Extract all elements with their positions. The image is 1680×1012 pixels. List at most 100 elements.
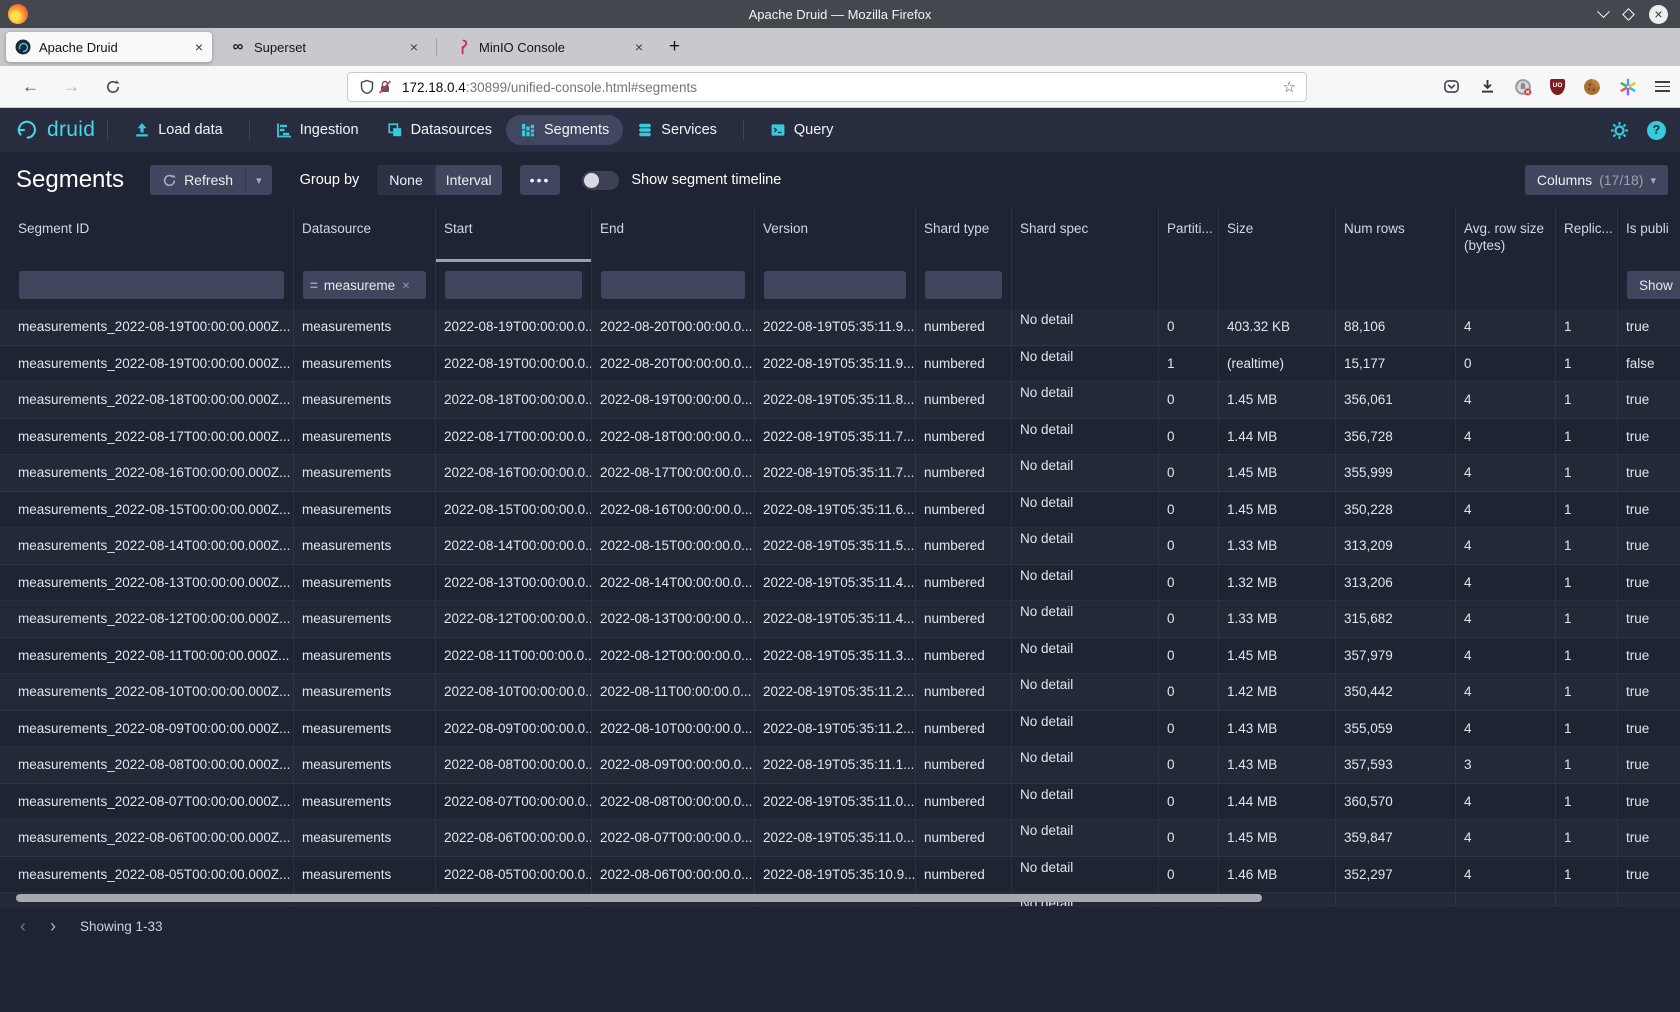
cell-start: 2022-08-10T00:00:00.0... xyxy=(436,674,592,710)
nav-item-services[interactable]: Services xyxy=(623,115,731,145)
cell-is-published: true xyxy=(1618,747,1680,783)
remove-filter-icon[interactable]: × xyxy=(402,277,410,293)
cell-datasource: measurements xyxy=(294,565,436,601)
cell-replicas: 1 xyxy=(1556,601,1618,637)
console-icon xyxy=(770,122,786,138)
group-by-interval-button[interactable]: Interval xyxy=(435,165,502,195)
window-maximize-icon[interactable] xyxy=(1622,8,1635,21)
tab-close-icon[interactable]: × xyxy=(195,39,203,55)
new-tab-button[interactable]: + xyxy=(669,36,680,58)
cell-avg-row-size: 4 xyxy=(1456,419,1556,455)
column-header-partition[interactable]: Partiti... xyxy=(1159,208,1219,262)
column-header-replicas[interactable]: Replic... xyxy=(1556,208,1618,262)
cell-replicas: 1 xyxy=(1556,747,1618,783)
cell-id: measurements_2022-08-05T00:00:00.000Z... xyxy=(10,857,294,893)
column-header-end[interactable]: End xyxy=(592,208,755,262)
application-window: Apache Druid — Mozilla Firefox × Apache … xyxy=(0,0,1680,1012)
cookie-extension-icon[interactable] xyxy=(1583,78,1601,96)
nav-item-label: Ingestion xyxy=(300,122,359,138)
cell-replicas: 1 xyxy=(1556,419,1618,455)
column-header-start[interactable]: Start xyxy=(436,208,592,262)
table-row: measurements_2022-08-12T00:00:00.000Z...… xyxy=(0,601,1680,638)
more-options-button[interactable]: ••• xyxy=(520,165,561,195)
next-page-button[interactable]: › xyxy=(38,912,68,942)
group-by-none-button[interactable]: None xyxy=(377,165,434,195)
pocket-icon[interactable] xyxy=(1442,78,1460,96)
column-header-datasource[interactable]: Datasource xyxy=(294,208,436,262)
table-filter-row: = measurements × Show xyxy=(0,262,1680,309)
is-published-filter-button[interactable]: Show xyxy=(1627,271,1680,299)
cell-shard-type: numbered xyxy=(916,601,1012,637)
help-icon[interactable]: ? xyxy=(1647,121,1666,140)
druid-logo[interactable]: druid xyxy=(14,117,95,143)
column-header-is-published[interactable]: Is publi xyxy=(1618,208,1680,262)
window-minimize-icon[interactable] xyxy=(1597,5,1610,18)
cell-version: 2022-08-19T05:35:11.7... xyxy=(755,419,916,455)
cell-shard-spec: No detail xyxy=(1012,309,1159,345)
columns-button[interactable]: Columns(17/18)▾ xyxy=(1525,165,1668,195)
filter-input-start[interactable] xyxy=(445,271,582,299)
cell-partition: 0 xyxy=(1159,455,1219,491)
cell-version: 2022-08-19T05:35:11.2... xyxy=(755,711,916,747)
url-bar[interactable]: 172.18.0.4:30899/unified-console.html#se… xyxy=(347,72,1307,102)
column-header-shard-type[interactable]: Shard type xyxy=(916,208,1012,262)
column-header-shard-spec[interactable]: Shard spec xyxy=(1012,208,1159,262)
nav-item-datasources[interactable]: Datasources xyxy=(373,115,506,145)
bookmark-star-icon[interactable]: ☆ xyxy=(1283,78,1296,96)
group-by-label: Group by xyxy=(300,172,360,188)
cell-size: 1.45 MB xyxy=(1219,820,1336,856)
cell-version: 2022-08-19T05:35:11.6... xyxy=(755,492,916,528)
cell-replicas: 1 xyxy=(1556,528,1618,564)
column-header-num-rows[interactable]: Num rows xyxy=(1336,208,1456,262)
multi-account-containers-icon[interactable] xyxy=(1619,78,1637,96)
downloads-icon[interactable] xyxy=(1478,78,1496,96)
cell-num-rows: 352,297 xyxy=(1336,857,1456,893)
refresh-options-button[interactable]: ▾ xyxy=(245,165,272,195)
forward-icon[interactable]: → xyxy=(63,77,80,97)
previous-page-button[interactable]: ‹ xyxy=(8,912,38,942)
nav-item-segments[interactable]: Segments xyxy=(506,115,623,145)
datasource-filter-chip[interactable]: = measurements × xyxy=(303,271,426,299)
refresh-button[interactable]: Refresh xyxy=(150,165,245,195)
tab-close-icon[interactable]: × xyxy=(410,39,418,55)
cell-id: measurements_2022-08-19T00:00:00.000Z... xyxy=(10,309,294,345)
nav-item-label: Query xyxy=(794,122,834,138)
column-header-version[interactable]: Version xyxy=(755,208,916,262)
tab-superset[interactable]: ∞ Superset × xyxy=(221,32,427,62)
nav-item-load-data[interactable]: Load data xyxy=(120,115,237,145)
cell-avg-row-size: 4 xyxy=(1456,382,1556,418)
cell-num-rows: 357,593 xyxy=(1336,747,1456,783)
filter-input-segment-id[interactable] xyxy=(19,271,284,299)
filter-input-version[interactable] xyxy=(764,271,906,299)
cell-shard-spec: No detail xyxy=(1012,857,1159,893)
nav-item-query[interactable]: Query xyxy=(756,115,848,145)
tab-minio-console[interactable]: MinIO Console × xyxy=(446,32,652,62)
cell-avg-row-size: 4 xyxy=(1456,638,1556,674)
cell-id: measurements_2022-08-07T00:00:00.000Z... xyxy=(10,784,294,820)
tab-apache-druid[interactable]: Apache Druid × xyxy=(6,32,212,62)
column-header-size[interactable]: Size xyxy=(1219,208,1336,262)
insecure-lock-icon[interactable] xyxy=(376,78,394,96)
tracking-shield-icon[interactable] xyxy=(358,78,376,96)
horizontal-scrollbar[interactable] xyxy=(16,894,1262,902)
filter-input-end[interactable] xyxy=(601,271,745,299)
column-header-avg-row-size[interactable]: Avg. row size (bytes) xyxy=(1456,208,1556,262)
window-close-icon[interactable]: × xyxy=(1649,5,1668,24)
reload-icon[interactable] xyxy=(104,78,122,96)
extension-icon[interactable] xyxy=(1514,78,1532,96)
cell-partition: 0 xyxy=(1159,309,1219,345)
column-header-segment-id[interactable]: Segment ID xyxy=(10,208,294,262)
cell-start: 2022-08-19T00:00:00.0... xyxy=(436,346,592,382)
upload-icon xyxy=(134,122,150,138)
back-icon[interactable]: ← xyxy=(22,77,39,97)
menu-hamburger-icon[interactable] xyxy=(1655,81,1670,92)
nav-item-ingestion[interactable]: Ingestion xyxy=(262,115,373,145)
segment-timeline-toggle[interactable] xyxy=(582,171,619,190)
nav-item-label: Segments xyxy=(544,122,609,138)
cell-end: 2022-08-16T00:00:00.0... xyxy=(592,492,755,528)
settings-gear-icon[interactable] xyxy=(1610,121,1629,140)
tab-close-icon[interactable]: × xyxy=(635,39,643,55)
cell-replicas: 1 xyxy=(1556,309,1618,345)
filter-input-shard-type[interactable] xyxy=(925,271,1002,299)
ublock-origin-icon[interactable]: UO xyxy=(1550,79,1565,95)
